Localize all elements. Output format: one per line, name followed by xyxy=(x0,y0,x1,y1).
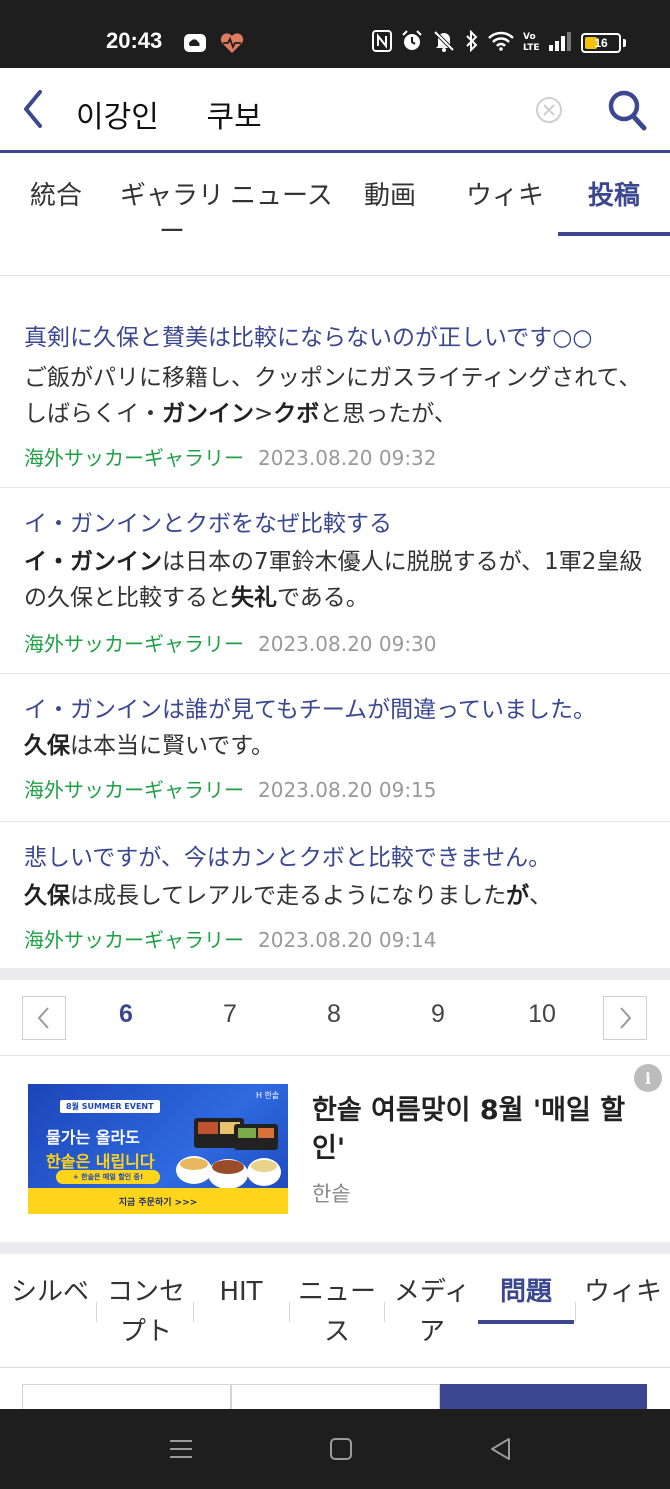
result-title[interactable]: イ・ガンインは誰が見てもチームが間違っていました。 xyxy=(24,690,596,724)
result-source[interactable]: 海外サッカーギャラリー xyxy=(24,632,244,656)
page-number[interactable]: 9 xyxy=(418,1000,458,1029)
wifi-icon xyxy=(488,31,514,55)
category-tab-active[interactable]: 問題 xyxy=(478,1272,574,1312)
category-tab[interactable]: ニュース xyxy=(290,1272,384,1352)
ad-title[interactable]: 한솥 여름맞이 8월 '매일 할인' xyxy=(312,1092,632,1168)
svg-text:Vo: Vo xyxy=(523,32,536,42)
back-triangle-icon xyxy=(491,1438,510,1460)
result-date: 2023.08.20 09:14 xyxy=(258,928,437,952)
ad-image-headline: 물가는 올라도 한솥은 내립니다 xyxy=(46,1128,155,1171)
tab-posts[interactable]: 投稿 xyxy=(588,178,640,214)
signal-icon xyxy=(548,31,572,55)
status-bar: 20:43 Vo LTE 16 xyxy=(0,0,670,68)
search-icon xyxy=(608,90,647,131)
chevron-left-icon xyxy=(37,1007,49,1029)
tab-gallery[interactable]: ギャラリー xyxy=(116,178,228,250)
result-meta: 海外サッカーギャラリー 2023.08.20 09:15 xyxy=(24,774,437,803)
category-tab[interactable]: ウィキ xyxy=(576,1272,670,1312)
next-page-button[interactable] xyxy=(603,996,647,1040)
category-tab[interactable]: HIT xyxy=(194,1272,288,1312)
bluetooth-icon xyxy=(465,29,479,56)
ad-image-badge: 8월 SUMMER EVENT xyxy=(60,1100,160,1113)
food-bowls-image xyxy=(176,1118,281,1189)
result-snippet: ご飯がパリに移籍し、クッポンにガスライティングされて、しばらくイ・ガンイン>クボ… xyxy=(24,365,642,427)
chevron-left-icon xyxy=(24,90,42,128)
page-number[interactable]: 10 xyxy=(522,1000,562,1029)
category-tab[interactable]: シルベ xyxy=(2,1272,98,1312)
result-source[interactable]: 海外サッカーギャラリー xyxy=(24,928,244,952)
page-number[interactable]: 8 xyxy=(314,1000,354,1029)
heart-pulse-icon xyxy=(219,32,245,58)
result-date: 2023.08.20 09:30 xyxy=(258,632,437,656)
menu-nav-button[interactable] xyxy=(167,1435,195,1463)
result-item[interactable]: イ・ガンインは誰が見てもチームが間違っていました。 久保は本当に賢いです。 海外… xyxy=(0,674,670,822)
result-title[interactable]: 真剣に久保と賛美は比較にならないのが正しいです○○ xyxy=(24,318,592,352)
category-tab[interactable]: コンセプト xyxy=(98,1272,194,1352)
category-tab[interactable]: メディア xyxy=(386,1272,478,1352)
back-nav-button[interactable] xyxy=(487,1435,515,1463)
result-meta: 海外サッカーギャラリー 2023.08.20 09:14 xyxy=(24,924,437,953)
clear-search-button[interactable] xyxy=(534,95,564,125)
results-list: 真剣に久保と賛美は比較にならないのが正しいです○○ ご飯がパリに移籍し、クッポン… xyxy=(0,276,670,968)
prev-page-button[interactable] xyxy=(22,996,66,1040)
search-header: 이강인 쿠보 xyxy=(0,68,670,153)
section-divider xyxy=(0,1242,670,1254)
result-item[interactable]: イ・ガンインとクボをなぜ比較する イ・ガンインは日本の7軍鈴木優人に脱脱するが、… xyxy=(0,488,670,674)
back-button[interactable] xyxy=(18,88,52,130)
battery-icon: 16 xyxy=(581,33,621,53)
active-tab-indicator xyxy=(558,232,670,236)
result-snippet: イ・ガンインは日本の7軍鈴木優人に脱脱するが、1軍2皇級の久保と比較すると失礼で… xyxy=(24,549,643,611)
ad-banner[interactable]: H 한솥 8월 SUMMER EVENT 물가는 올라도 한솥은 내립니다 + … xyxy=(0,1056,670,1242)
result-meta: 海外サッカーギャラリー 2023.08.20 09:30 xyxy=(24,628,437,657)
status-time: 20:43 xyxy=(106,28,163,53)
page-number[interactable]: 7 xyxy=(210,1000,250,1029)
result-source[interactable]: 海外サッカーギャラリー xyxy=(24,446,244,470)
result-date: 2023.08.20 09:15 xyxy=(258,778,437,802)
search-button[interactable] xyxy=(606,88,648,132)
menu-icon xyxy=(170,1440,192,1458)
result-snippet: 久保は本当に賢いです。 xyxy=(24,733,275,759)
result-title[interactable]: イ・ガンインとクボをなぜ比較する xyxy=(24,504,392,538)
alarm-icon xyxy=(401,30,423,56)
tab-video[interactable]: 動画 xyxy=(364,178,416,214)
segmented-control xyxy=(0,1369,670,1414)
ad-image-pill: + 한솥은 매일 할인 중! xyxy=(56,1170,160,1184)
active-category-indicator xyxy=(478,1320,574,1324)
page-number-current[interactable]: 6 xyxy=(106,1000,146,1029)
svg-text:LTE: LTE xyxy=(523,43,539,52)
home-icon xyxy=(330,1438,352,1460)
ad-image[interactable]: H 한솥 8월 SUMMER EVENT 물가는 올라도 한솥은 내립니다 + … xyxy=(28,1084,288,1214)
chevron-right-icon xyxy=(620,1007,632,1029)
result-meta: 海外サッカーギャラリー 2023.08.20 09:32 xyxy=(24,442,437,471)
result-date: 2023.08.20 09:32 xyxy=(258,446,437,470)
close-circle-icon xyxy=(536,97,562,123)
result-source[interactable]: 海外サッカーギャラリー xyxy=(24,778,244,802)
ad-image-logo: H 한솥 xyxy=(256,1091,280,1100)
volte-icon: Vo LTE xyxy=(523,30,540,56)
cloud-icon xyxy=(183,33,207,57)
system-nav-bar xyxy=(0,1409,670,1489)
nfc-icon xyxy=(372,30,392,56)
result-item[interactable]: 悲しいですが、今はカンとクボと比較できません。 久保は成長してレアルで走るように… xyxy=(0,822,670,968)
pagination: 6 7 8 9 10 xyxy=(0,980,670,1056)
result-snippet: 久保は成長してレアルで走るようになりましたが、 xyxy=(24,883,553,909)
battery-level: 16 xyxy=(594,36,608,50)
mute-icon xyxy=(432,30,456,56)
info-icon[interactable]: i xyxy=(634,1064,662,1092)
search-input[interactable]: 이강인 쿠보 xyxy=(76,92,262,136)
ad-image-cta: 지금 주문하기 >>> xyxy=(118,1198,198,1208)
tab-integrated[interactable]: 統合 xyxy=(30,178,82,214)
search-tabs: 統合 ギャラリー ニュース 動画 ウィキ 投稿 xyxy=(0,156,670,276)
tab-wiki[interactable]: ウィキ xyxy=(466,178,544,214)
category-tabs: シルベ コンセプト HIT ニュース メディア 問題 ウィキ xyxy=(0,1254,670,1368)
result-title[interactable]: 悲しいですが、今はカンとクボと比較できません。 xyxy=(24,838,551,872)
home-nav-button[interactable] xyxy=(327,1435,355,1463)
tab-news[interactable]: ニュース xyxy=(230,178,333,214)
result-item[interactable]: 真剣に久保と賛美は比較にならないのが正しいです○○ ご飯がパリに移籍し、クッポン… xyxy=(0,276,670,488)
ad-brand: 한솥 xyxy=(312,1182,351,1206)
section-divider xyxy=(0,968,670,980)
